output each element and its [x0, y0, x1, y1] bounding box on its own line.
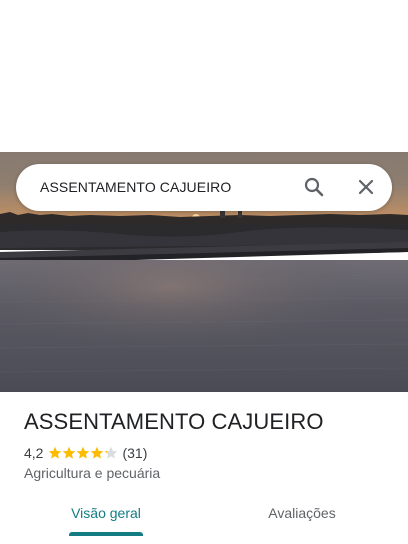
- rating-stars: [48, 446, 118, 460]
- rating-row[interactable]: 4,2 (31): [24, 444, 147, 462]
- place-info-panel: ASSENTAMENTO CAJUEIRO 4,2 (31) Agricultu…: [0, 392, 408, 544]
- star-icon: [48, 446, 62, 460]
- search-bar[interactable]: ASSENTAMENTO CAJUEIRO: [16, 164, 392, 211]
- place-page: ASSENTAMENTO CAJUEIRO ASSENTAMENTO CAJUE…: [0, 0, 408, 544]
- search-icon[interactable]: [302, 175, 326, 199]
- review-count[interactable]: (31): [122, 445, 147, 461]
- star-icon: [62, 446, 76, 460]
- star-icon: [104, 446, 118, 460]
- place-tabs: Visão geral Avaliações: [0, 500, 408, 536]
- star-icon: [90, 446, 104, 460]
- close-icon[interactable]: [354, 175, 378, 199]
- rating-value: 4,2: [24, 445, 44, 461]
- place-title: ASSENTAMENTO CAJUEIRO: [24, 409, 324, 434]
- tab-reviews[interactable]: Avaliações: [262, 500, 342, 536]
- tab-overview[interactable]: Visão geral: [69, 500, 143, 536]
- search-input[interactable]: ASSENTAMENTO CAJUEIRO: [40, 164, 231, 211]
- star-icon: [76, 446, 90, 460]
- active-tab-indicator: [69, 532, 143, 536]
- map-area[interactable]: [0, 0, 408, 152]
- place-category[interactable]: Agricultura e pecuária: [24, 465, 160, 481]
